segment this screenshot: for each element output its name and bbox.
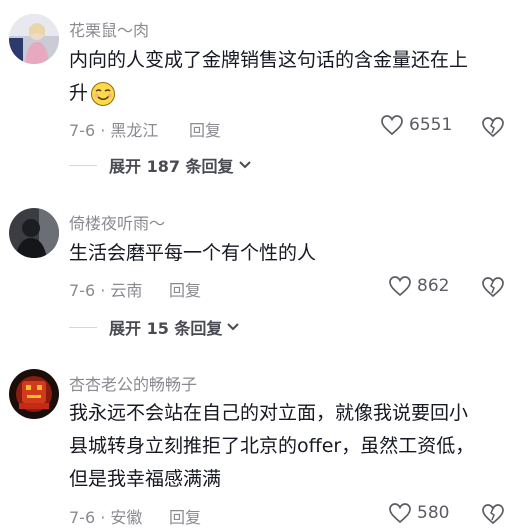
chevron-down-icon: [227, 323, 240, 331]
reply-button[interactable]: 回复: [169, 277, 201, 301]
comment-text: 我永远不会站在自己的对立面，就像我说要回小 县城转身立刻推拒了北京的offer，…: [69, 397, 509, 496]
like-button[interactable]: 862: [388, 275, 449, 297]
comment-meta: 7-6 · 云南 回复: [69, 277, 201, 301]
like-count: 580: [417, 503, 450, 523]
heart-icon: [389, 503, 411, 524]
heart-icon: [381, 115, 403, 136]
heart-icon: [389, 276, 411, 297]
comment-text-line: 但是我幸福感满满: [69, 468, 222, 490]
date-location: 7-6 · 安徽: [69, 508, 143, 527]
username[interactable]: 杏杏老公的畅畅子: [69, 371, 197, 395]
smirk-face-icon: [90, 81, 116, 107]
reply-button[interactable]: 回复: [189, 117, 221, 141]
comment-text-line: 我永远不会站在自己的对立面，就像我说要回小: [69, 402, 469, 424]
avatar[interactable]: [9, 208, 59, 258]
username[interactable]: 花栗鼠～肉: [69, 17, 149, 41]
comment-text: 生活会磨平每一个有个性的人: [69, 237, 509, 270]
broken-heart-icon: [482, 117, 504, 138]
reply-button[interactable]: 回复: [169, 504, 201, 528]
expand-replies-label: 展开 15 条回复: [109, 319, 223, 338]
like-count: 862: [417, 276, 450, 296]
expand-replies-label: 展开 187 条回复: [109, 157, 234, 176]
divider: [69, 164, 97, 166]
like-button[interactable]: 580: [388, 502, 449, 524]
avatar[interactable]: [9, 14, 59, 64]
like-button[interactable]: 6551: [380, 114, 452, 136]
broken-heart-icon: [482, 504, 504, 525]
date-location: 7-6 · 黑龙江: [69, 121, 159, 140]
comment-meta: 7-6 · 安徽 回复: [69, 504, 201, 528]
comment-text-line: 生活会磨平每一个有个性的人: [69, 242, 317, 264]
dislike-button[interactable]: [481, 116, 505, 138]
dislike-button[interactable]: [481, 503, 505, 525]
comment-text: 内向的人变成了金牌销售这句话的含金量还在上 升: [69, 44, 509, 110]
expand-replies-button[interactable]: 展开 187 条回复: [69, 153, 252, 177]
date-location: 7-6 · 云南: [69, 281, 143, 300]
comment-meta: 7-6 · 黑龙江 回复: [69, 117, 221, 141]
dislike-button[interactable]: [481, 276, 505, 298]
like-count: 6551: [409, 115, 453, 135]
broken-heart-icon: [482, 277, 504, 298]
divider: [69, 326, 97, 328]
comment-text-line: 县城转身立刻推拒了北京的offer，虽然工资低，: [69, 435, 475, 457]
comment-text-line: 内向的人变成了金牌销售这句话的含金量还在上: [69, 49, 469, 71]
username[interactable]: 倚楼夜听雨～: [69, 210, 165, 234]
expand-replies-button[interactable]: 展开 15 条回复: [69, 315, 240, 339]
comment-text-line: 升: [69, 77, 509, 110]
chevron-down-icon: [238, 161, 251, 169]
avatar[interactable]: [9, 369, 59, 419]
